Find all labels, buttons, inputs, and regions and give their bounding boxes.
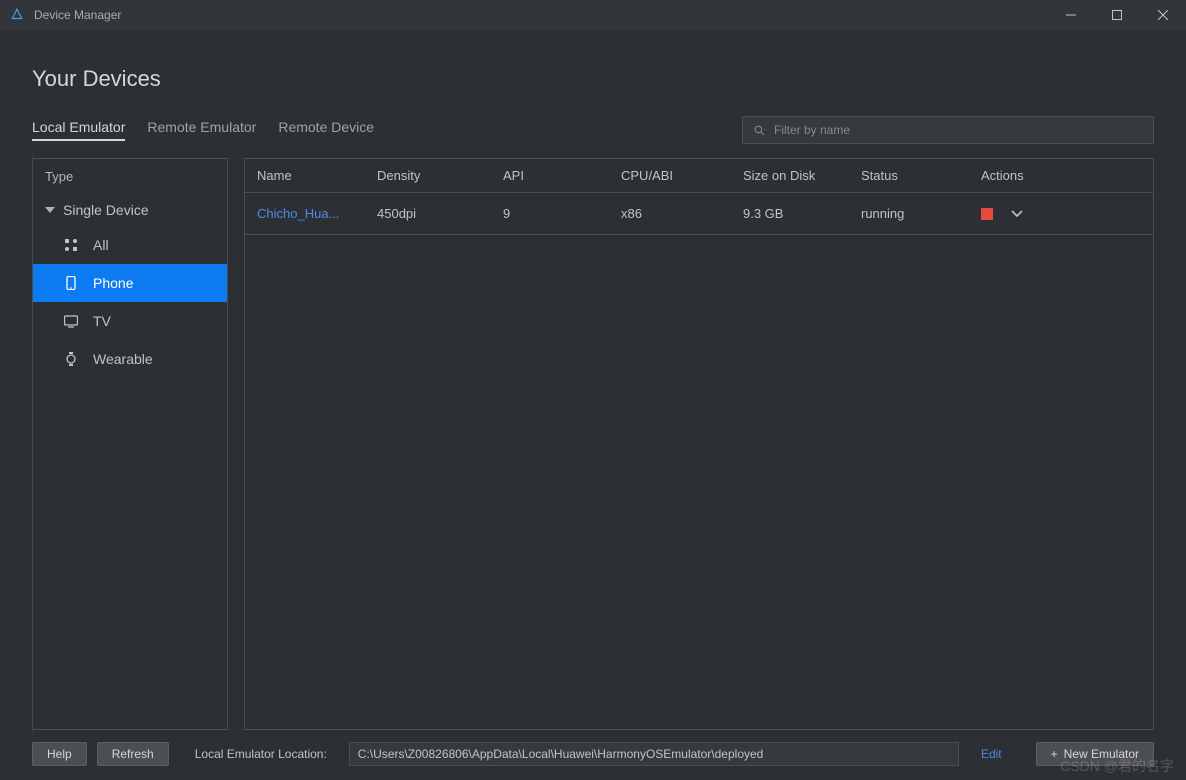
sidebar-item-phone[interactable]: Phone	[33, 264, 227, 302]
location-label: Local Emulator Location:	[195, 747, 327, 761]
sidebar-item-label: Wearable	[93, 351, 153, 367]
tabs: Local Emulator Remote Emulator Remote De…	[32, 119, 374, 141]
sidebar-item-all[interactable]: All	[33, 226, 227, 264]
cell-status: running	[849, 206, 969, 221]
tab-remote-emulator[interactable]: Remote Emulator	[147, 119, 256, 141]
th-cpu: CPU/ABI	[609, 168, 731, 183]
sidebar-item-label: All	[93, 237, 109, 253]
th-status: Status	[849, 168, 969, 183]
cell-size: 9.3 GB	[731, 206, 849, 221]
th-api: API	[491, 168, 609, 183]
th-name: Name	[245, 168, 365, 183]
minimize-button[interactable]	[1048, 0, 1094, 30]
th-density: Density	[365, 168, 491, 183]
cell-actions	[969, 208, 1153, 220]
window-title: Device Manager	[34, 8, 121, 22]
chevron-down-icon	[45, 207, 55, 213]
sidebar-header: Type	[33, 159, 227, 194]
sidebar: Type Single Device All Phone	[32, 158, 228, 730]
page-title: Your Devices	[32, 66, 1154, 92]
device-table: Name Density API CPU/ABI Size on Disk St…	[244, 158, 1154, 730]
table-row[interactable]: Chicho_Hua... 450dpi 9 x86 9.3 GB runnin…	[245, 193, 1153, 235]
close-button[interactable]	[1140, 0, 1186, 30]
maximize-button[interactable]	[1094, 0, 1140, 30]
sidebar-item-wearable[interactable]: Wearable	[33, 340, 227, 378]
tabs-row: Local Emulator Remote Emulator Remote De…	[32, 116, 1154, 144]
app-logo-icon	[10, 8, 24, 22]
cell-name[interactable]: Chicho_Hua...	[245, 206, 365, 221]
new-emulator-label: New Emulator	[1064, 747, 1139, 761]
footer: Help Refresh Local Emulator Location: Ed…	[0, 742, 1186, 766]
titlebar: Device Manager	[0, 0, 1186, 30]
filter-container	[742, 116, 1154, 144]
new-emulator-button[interactable]: + New Emulator	[1036, 742, 1154, 766]
tree-parent-label: Single Device	[63, 202, 149, 218]
tab-local-emulator[interactable]: Local Emulator	[32, 119, 125, 141]
cell-cpu: x86	[609, 206, 731, 221]
location-input[interactable]	[349, 742, 959, 766]
tab-remote-device[interactable]: Remote Device	[278, 119, 374, 141]
tree-single-device[interactable]: Single Device	[33, 194, 227, 226]
edit-link[interactable]: Edit	[981, 747, 1002, 761]
grid-icon	[63, 237, 79, 253]
stop-icon[interactable]	[981, 208, 993, 220]
cell-density: 450dpi	[365, 206, 491, 221]
phone-icon	[63, 275, 79, 291]
search-icon	[753, 124, 766, 137]
help-button[interactable]: Help	[32, 742, 87, 766]
main-row: Type Single Device All Phone	[32, 158, 1154, 730]
cell-api: 9	[491, 206, 609, 221]
th-actions: Actions	[969, 168, 1153, 183]
plus-icon: +	[1051, 747, 1058, 761]
filter-input[interactable]	[774, 123, 1143, 137]
sidebar-item-label: TV	[93, 313, 111, 329]
content: Your Devices Local Emulator Remote Emula…	[0, 30, 1186, 730]
th-size: Size on Disk	[731, 168, 849, 183]
refresh-button[interactable]: Refresh	[97, 742, 169, 766]
table-header: Name Density API CPU/ABI Size on Disk St…	[245, 159, 1153, 193]
sidebar-item-tv[interactable]: TV	[33, 302, 227, 340]
window-controls	[1048, 0, 1186, 30]
watch-icon	[63, 351, 79, 367]
sidebar-item-label: Phone	[93, 275, 133, 291]
chevron-down-icon[interactable]	[1011, 210, 1023, 218]
tv-icon	[63, 313, 79, 329]
